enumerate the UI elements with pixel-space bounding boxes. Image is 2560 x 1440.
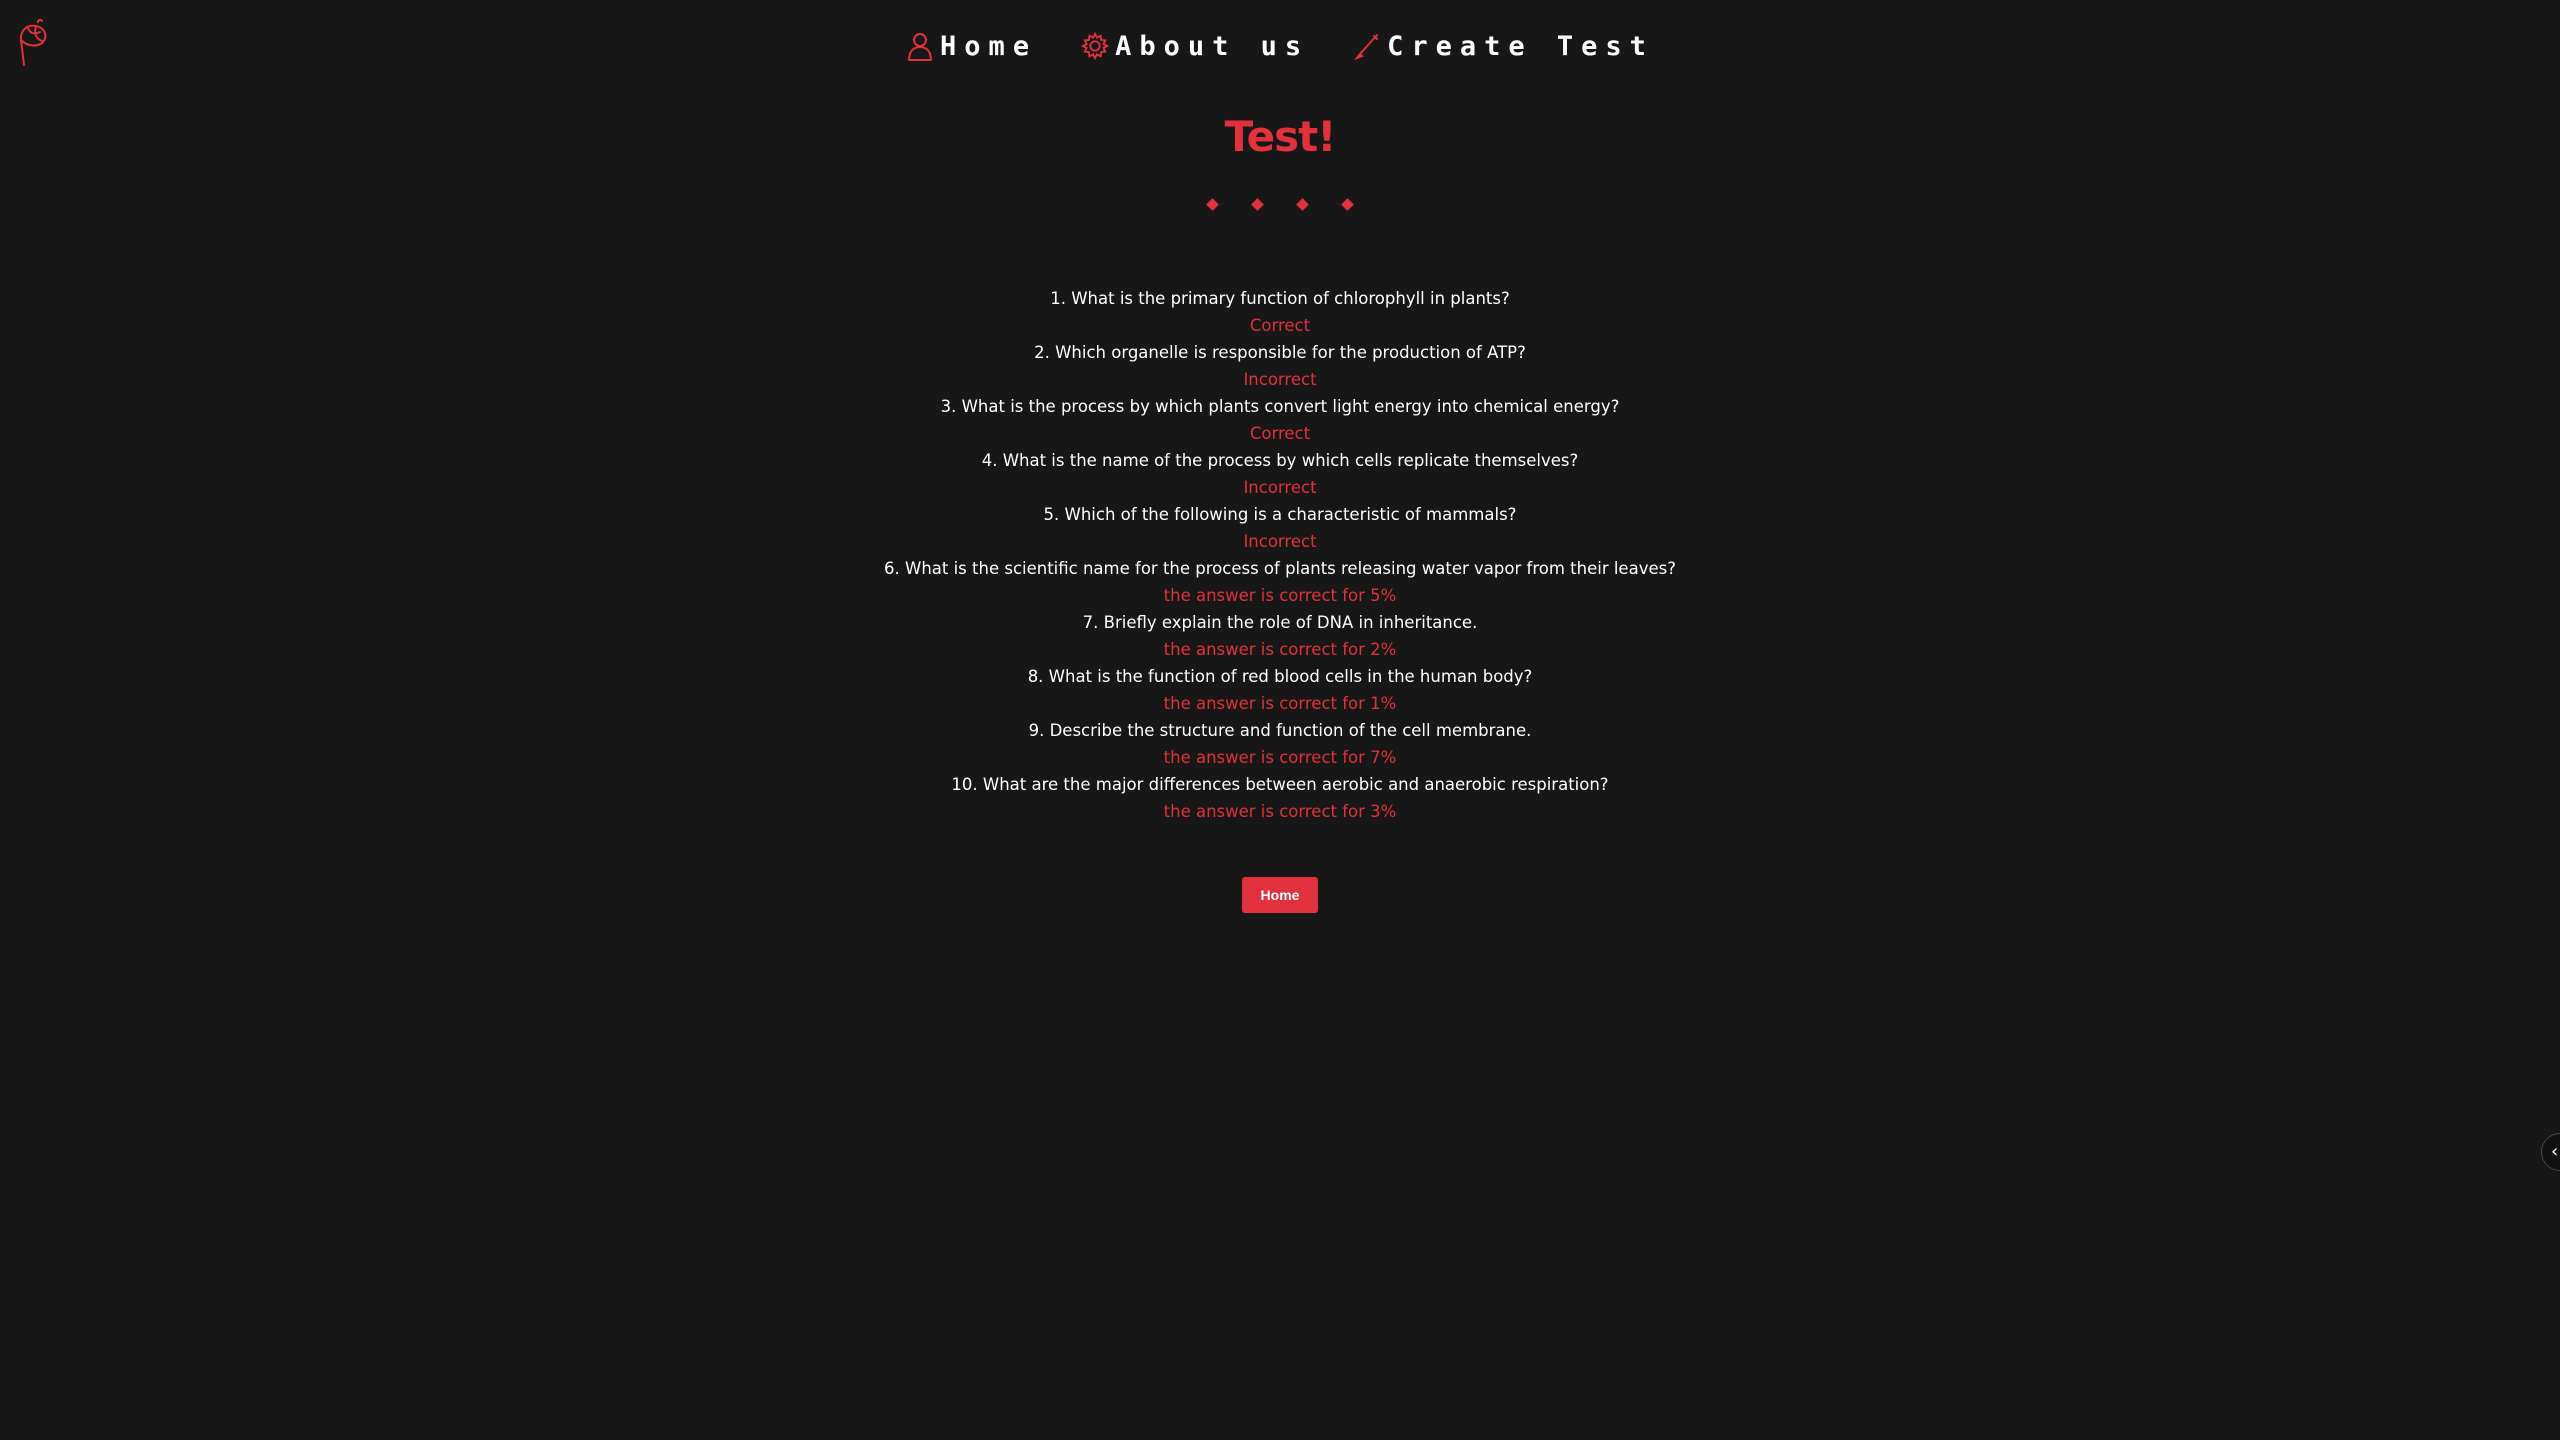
result-item: 6. What is the scientific name for the p… — [0, 556, 2560, 610]
test-results-list: 1. What is the primary function of chlor… — [0, 286, 2560, 826]
page: Home About us Create Test Test! 1. What … — [0, 0, 2560, 1440]
question-text: 3. What is the process by which plants c… — [940, 397, 1620, 416]
result-verdict: the answer is correct for 2% — [1163, 640, 1397, 659]
main-nav: Home About us Create Test — [0, 28, 2560, 64]
question-text: 7. Briefly explain the role of DNA in in… — [1082, 613, 1478, 632]
divider-diamond — [1341, 198, 1354, 211]
result-item: 3. What is the process by which plants c… — [0, 394, 2560, 448]
title-divider — [0, 198, 2560, 211]
question-text: 9. Describe the structure and function o… — [1028, 721, 1532, 740]
result-verdict: the answer is correct for 1% — [1163, 694, 1397, 713]
nav-home-label: Home — [940, 30, 1038, 62]
result-item: 8. What is the function of red blood cel… — [0, 664, 2560, 718]
result-item: 7. Briefly explain the role of DNA in in… — [0, 610, 2560, 664]
nav-about-us-label: About us — [1115, 30, 1310, 62]
result-verdict: the answer is correct for 7% — [1163, 748, 1397, 767]
chevron-left-icon: ‹ — [2551, 1141, 2559, 1162]
result-item: 9. Describe the structure and function o… — [0, 718, 2560, 772]
divider-diamond — [1296, 198, 1309, 211]
pen-icon — [1354, 34, 1379, 61]
question-text: 6. What is the scientific name for the p… — [884, 559, 1676, 578]
result-item: 1. What is the primary function of chlor… — [0, 286, 2560, 340]
question-text: 2. Which organelle is responsible for th… — [1034, 343, 1526, 362]
result-verdict: Correct — [1249, 316, 1311, 335]
nav-about-us[interactable]: About us — [1081, 31, 1309, 62]
nav-home[interactable]: Home — [906, 31, 1037, 62]
gear-icon — [1081, 31, 1110, 61]
divider-diamond — [1206, 198, 1219, 211]
result-verdict: the answer is correct for 3% — [1163, 802, 1397, 821]
question-text: 4. What is the name of the process by wh… — [981, 451, 1579, 470]
result-item: 10. What are the major differences betwe… — [0, 772, 2560, 826]
result-item: 2. Which organelle is responsible for th… — [0, 340, 2560, 394]
nav-create-test-label: Create Test — [1387, 30, 1654, 62]
question-text: 10. What are the major differences betwe… — [951, 775, 1609, 794]
home-button[interactable]: Home — [1242, 877, 1318, 913]
page-title: Test! — [1224, 112, 1337, 161]
result-verdict: the answer is correct for 5% — [1163, 586, 1397, 605]
user-icon — [908, 33, 933, 61]
question-text: 1. What is the primary function of chlor… — [1050, 289, 1510, 308]
result-verdict: Incorrect — [1243, 478, 1317, 497]
nav-create-test[interactable]: Create Test — [1353, 31, 1654, 62]
result-item: 5. Which of the following is a character… — [0, 502, 2560, 556]
question-text: 5. Which of the following is a character… — [1043, 505, 1517, 524]
side-panel-toggle[interactable]: ‹ — [2541, 1133, 2560, 1171]
result-verdict: Correct — [1249, 424, 1311, 443]
divider-diamond — [1251, 198, 1264, 211]
result-verdict: Incorrect — [1243, 532, 1317, 551]
question-text: 8. What is the function of red blood cel… — [1027, 667, 1533, 686]
result-item: 4. What is the name of the process by wh… — [0, 448, 2560, 502]
result-verdict: Incorrect — [1243, 370, 1317, 389]
